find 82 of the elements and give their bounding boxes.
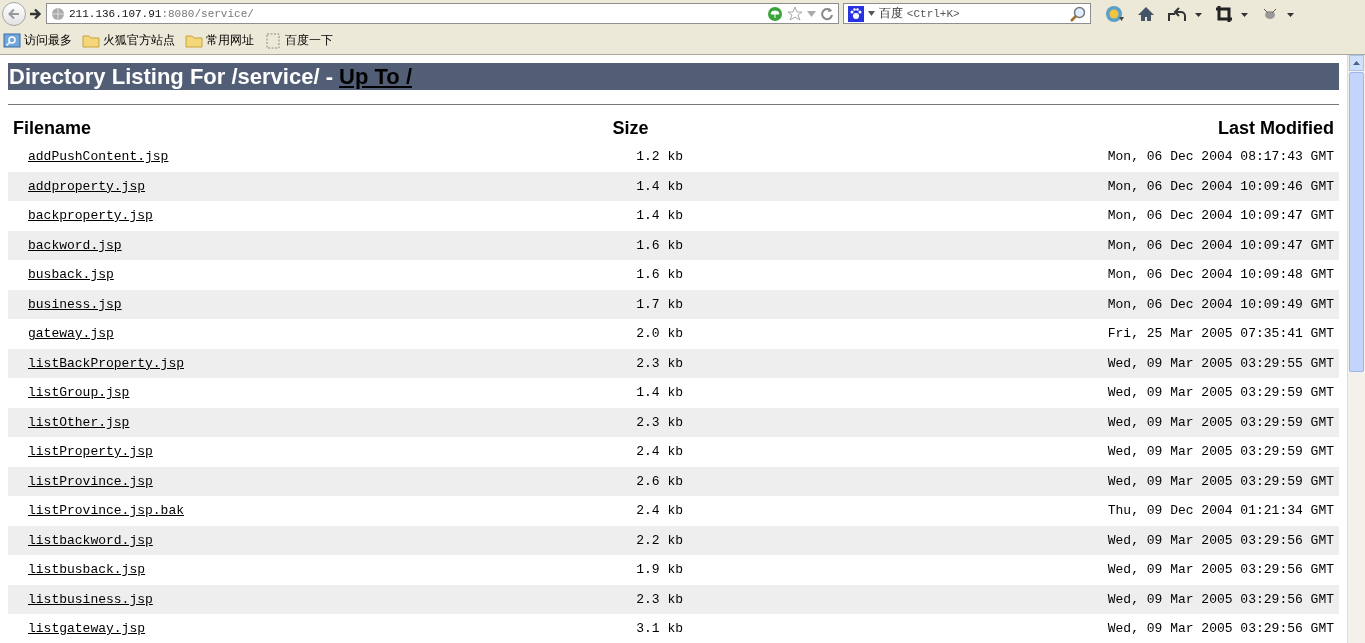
go-icon[interactable] [767,5,783,22]
file-link[interactable]: listProperty.jsp [28,444,153,460]
address-bar[interactable]: 211.136.107.91:8080/service/ [46,3,839,24]
column-header: Last Modified [1217,117,1335,140]
modified-date: Thu, 09 Dec 2004 01:21:34 GMT [1107,503,1334,519]
back-arrow-icon [7,6,21,21]
file-size: 2.6 kb [636,473,683,489]
bookmark-item[interactable]: 火狐官方站点 [82,32,175,49]
file-link[interactable]: business.jsp [28,296,122,312]
file-link[interactable]: addPushContent.jsp [28,149,169,165]
crop-icon[interactable] [1215,4,1249,23]
modified-date: Mon, 06 Dec 2004 10:09:46 GMT [1107,178,1334,194]
file-size: 1.9 kb [636,562,683,578]
file-size: 2.3 kb [636,414,683,430]
dashed-page-icon [264,32,282,49]
undo-arrow-icon[interactable] [1167,4,1203,23]
globe-icon [51,6,65,21]
file-size: 2.3 kb [636,591,683,607]
forward-icon[interactable] [28,6,42,21]
file-link[interactable]: listOther.jsp [28,414,130,430]
modified-date: Wed, 09 Mar 2005 03:29:59 GMT [1107,385,1334,401]
modified-date: Mon, 06 Dec 2004 10:09:49 GMT [1107,296,1334,312]
scroll-up-arrow-icon[interactable] [1353,61,1360,65]
file-link[interactable]: listProvince.jsp.bak [28,503,185,519]
folder-icon [82,32,100,49]
file-link[interactable]: busback.jsp [28,267,114,283]
modified-date: Fri, 25 Mar 2005 07:35:41 GMT [1107,326,1334,342]
file-size: 2.2 kb [636,532,683,548]
search-placeholder: 百度 <Ctrl+K> [879,5,960,22]
bookmark-item[interactable]: 常用网址 [185,32,254,49]
modified-date: Wed, 09 Mar 2005 03:29:56 GMT [1107,621,1334,637]
modified-date: Wed, 09 Mar 2005 03:29:59 GMT [1107,414,1334,430]
folder-icon [185,32,203,49]
modified-date: Wed, 09 Mar 2005 03:29:59 GMT [1107,473,1334,489]
scrollbar[interactable] [1347,55,1365,643]
dropdown-arrow-icon[interactable] [868,11,875,16]
file-size: 1.6 kb [636,237,683,253]
url-text: 211.136.107.91:8080/service/ [69,7,254,20]
modified-date: Wed, 09 Mar 2005 03:29:56 GMT [1107,562,1334,578]
file-link[interactable]: listBackProperty.jsp [28,355,185,371]
search-icon[interactable] [1070,5,1086,22]
file-size: 1.4 kb [636,208,683,224]
file-size: 2.0 kb [636,326,683,342]
file-size: 2.4 kb [636,444,683,460]
file-size: 1.6 kb [636,267,683,283]
column-header: Filename [12,117,93,140]
file-link[interactable]: listbusiness.jsp [28,591,153,607]
file-link[interactable]: backword.jsp [28,237,122,253]
file-link[interactable]: backproperty.jsp [28,208,153,224]
modified-date: Mon, 06 Dec 2004 10:09:47 GMT [1107,208,1334,224]
modified-date: Mon, 06 Dec 2004 08:17:43 GMT [1107,149,1334,165]
modified-date: Mon, 06 Dec 2004 10:09:48 GMT [1107,267,1334,283]
file-link[interactable]: gateway.jsp [28,326,114,342]
page-heading: Directory Listing For /service/ - Up To / [8,63,1339,90]
file-size: 2.4 kb [636,503,683,519]
modified-date: Mon, 06 Dec 2004 10:09:47 GMT [1107,237,1334,253]
modified-date: Wed, 09 Mar 2005 03:29:55 GMT [1107,355,1334,371]
modified-date: Wed, 09 Mar 2005 03:29:56 GMT [1107,532,1334,548]
bookmark-item[interactable]: 百度一下 [264,32,333,49]
paw-icon [848,5,864,22]
file-size: 1.4 kb [636,385,683,401]
file-size: 3.1 kb [636,621,683,637]
file-link[interactable]: listProvince.jsp [28,473,153,489]
file-size: 1.2 kb [636,149,683,165]
modified-date: Wed, 09 Mar 2005 03:29:59 GMT [1107,444,1334,460]
file-link[interactable]: listGroup.jsp [28,385,130,401]
file-link[interactable]: listbusback.jsp [28,562,146,578]
home-icon[interactable] [1137,5,1155,22]
modified-date: Wed, 09 Mar 2005 03:29:56 GMT [1107,591,1334,607]
column-header: Size [611,117,650,140]
file-size: 1.4 kb [636,178,683,194]
file-link[interactable]: addproperty.jsp [28,178,146,194]
search-field[interactable]: 百度 <Ctrl+K> [843,3,1091,24]
file-link[interactable]: listgateway.jsp [28,621,146,637]
file-size: 2.3 kb [636,355,683,371]
bookmark-item[interactable]: 访问最多 [3,32,72,49]
badge-icon[interactable] [1105,4,1125,23]
file-size: 1.7 kb [636,296,683,312]
star-icon[interactable] [787,5,803,22]
file-link[interactable]: listbackword.jsp [28,532,153,548]
reload-icon[interactable] [820,6,834,21]
search-folder-icon [3,32,21,49]
